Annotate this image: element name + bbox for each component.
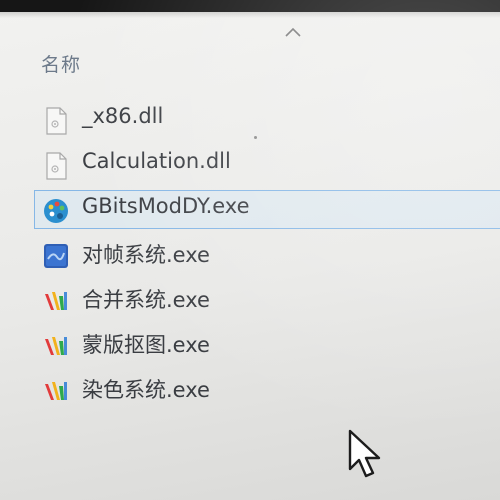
file-name: _x86.dll xyxy=(82,104,164,128)
file-name: 对帧系统.exe xyxy=(82,243,210,267)
file-row[interactable]: _x86.dll xyxy=(0,98,500,143)
dll-file-icon xyxy=(46,152,67,180)
colorful-app-icon xyxy=(45,337,67,355)
colorful-app-icon xyxy=(45,382,67,400)
palette-app-icon xyxy=(44,199,68,223)
screen-speck xyxy=(254,136,257,139)
file-name: 合并系统.exe xyxy=(82,288,210,312)
file-list: _x86.dll Calculation.dll GBitsModDY.exe … xyxy=(0,98,500,413)
file-name: Calculation.dll xyxy=(82,149,231,173)
monitor-bezel-edge xyxy=(0,0,500,12)
sort-chevron-up-icon[interactable] xyxy=(284,26,302,38)
file-row[interactable]: 合并系统.exe xyxy=(0,278,500,323)
file-row-selected[interactable]: GBitsModDY.exe xyxy=(0,188,500,233)
file-name: 蒙版抠图.exe xyxy=(82,333,210,357)
file-row[interactable]: 染色系统.exe xyxy=(0,368,500,413)
file-row[interactable]: Calculation.dll xyxy=(0,143,500,188)
column-header-name[interactable]: 名称 xyxy=(41,50,81,77)
dll-file-icon xyxy=(46,107,67,135)
file-name: GBitsModDY.exe xyxy=(82,194,250,218)
colorful-app-icon xyxy=(45,292,67,310)
file-name: 染色系统.exe xyxy=(82,378,210,402)
mouse-pointer-icon xyxy=(348,429,381,478)
photo-of-monitor: 名称 _x86.dll Calculation.dll GBitsModDY.e… xyxy=(0,0,500,500)
blue-app-icon xyxy=(44,244,68,268)
file-row[interactable]: 蒙版抠图.exe xyxy=(0,323,500,368)
explorer-window: 名称 _x86.dll Calculation.dll GBitsModDY.e… xyxy=(0,0,500,500)
file-row[interactable]: 对帧系统.exe xyxy=(0,233,500,278)
